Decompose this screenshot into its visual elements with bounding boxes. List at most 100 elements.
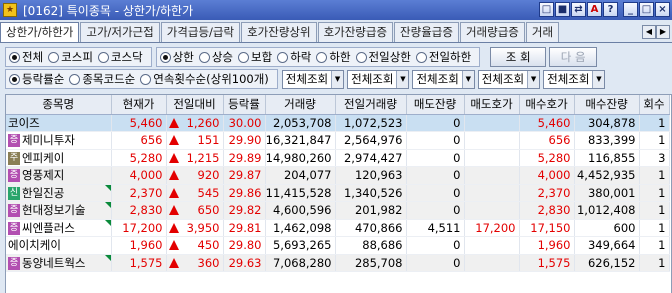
condition-radio-fall[interactable]: 하락 (277, 49, 311, 65)
col-header-change[interactable]: 전일대비 (166, 95, 224, 115)
cell-name[interactable]: 신 한일진공 (6, 184, 112, 202)
chevron-down-icon[interactable]: ▼ (331, 70, 344, 88)
condition-radio-group: 상한 상승 보합 하락 하한 전일상한 전일하한 (155, 47, 481, 67)
sort-radio-rate[interactable]: 등락률순 (9, 71, 64, 87)
chevron-down-icon[interactable]: ▼ (527, 70, 540, 88)
filter-dropdown-3[interactable]: 전체조회 ▼ (412, 69, 475, 89)
cell-volume: 7,068,280 (265, 254, 336, 272)
filter-dropdown-5[interactable]: 전체조회 ▼ (543, 69, 606, 89)
col-header-name[interactable]: 종목명 (6, 95, 112, 115)
tab-scroll-left-icon[interactable]: ◀ (642, 25, 656, 39)
col-header-ask[interactable]: 매도호가 (464, 95, 520, 115)
cell-name[interactable]: 증 현대정보기술 (6, 201, 112, 220)
tab-scroll-right-icon[interactable]: ▶ (656, 25, 670, 39)
radio-dot[interactable] (9, 73, 20, 85)
cell-name[interactable]: 증 제미니투자 (6, 131, 112, 150)
cell-name[interactable]: 증 씨엔플러스 (6, 219, 112, 237)
chevron-down-icon[interactable]: ▼ (396, 70, 409, 88)
tab-price-surge-plunge[interactable]: 가격급등/급락 (160, 22, 241, 43)
help-icon[interactable]: ? (603, 2, 618, 17)
col-header-bid[interactable]: 매수호가 (519, 95, 575, 115)
col-header-bid-qty[interactable]: 매수잔량 (574, 95, 640, 115)
cell-name[interactable]: 코이즈 (6, 114, 112, 132)
tab-volume-surge[interactable]: 거래량급증 (459, 22, 525, 43)
table-row[interactable]: 신 한일진공 2,370 545 29.86 11,415,528 1,340,526 0 2,… (6, 184, 670, 202)
col-header-volume[interactable]: 거래량 (265, 95, 336, 115)
cell-count: 1 (639, 254, 670, 272)
lock-icon[interactable]: ■ (555, 2, 570, 17)
radio-dot[interactable] (97, 51, 109, 63)
radio-dot[interactable] (238, 51, 250, 63)
condition-radio-lower[interactable]: 하한 (316, 49, 351, 65)
sort-radio-streak[interactable]: 연속횟수순(상위100개) (140, 71, 269, 87)
table-row[interactable]: 증 현대정보기술 2,830 650 29.82 4,600,596 201,982 0 2,8… (6, 201, 670, 220)
condition-radio-prev-upper[interactable]: 전일상한 (355, 49, 411, 65)
minimize-button[interactable]: _ (623, 2, 638, 17)
cell-ask-qty: 0 (406, 201, 465, 220)
radio-dot[interactable] (140, 73, 152, 85)
table-row[interactable]: 주 엔피케이 5,280 1,215 29.89 14,980,260 2,974,427 0… (6, 149, 670, 167)
close-button[interactable]: × (655, 2, 670, 17)
next-button[interactable]: 다 음 (549, 47, 598, 67)
radio-dot[interactable] (198, 51, 210, 63)
condition-radio-prev-lower[interactable]: 전일하한 (415, 49, 471, 65)
col-header-rate[interactable]: 등락률 (223, 95, 266, 115)
radio-dot[interactable] (9, 51, 20, 63)
market-radio-kosdaq[interactable]: 코스닥 (97, 49, 143, 65)
tab-order-book-top[interactable]: 호가잔량상위 (241, 22, 317, 43)
cell-change: 151 (166, 131, 224, 150)
col-header-prev-volume[interactable]: 전일거래량 (335, 95, 407, 115)
condition-radio-rise[interactable]: 상승 (198, 49, 233, 65)
radio-dot[interactable] (48, 51, 60, 63)
condition-radio-flat[interactable]: 보합 (238, 49, 272, 65)
table-row[interactable]: 증 동양네트웍스 1,575 360 29.63 7,068,280 285,708 0 1,5… (6, 254, 670, 272)
col-header-count[interactable]: 회수 (639, 95, 670, 115)
cell-price: 2,370 (111, 184, 167, 202)
tab-order-book-surge[interactable]: 호가잔량급증 (317, 22, 394, 43)
swap-icon[interactable]: ⇄ (571, 2, 586, 17)
stock-name: 한일진공 (22, 185, 65, 200)
sort-radio-code[interactable]: 종목코드순 (69, 71, 135, 87)
tab-upper-lower-limit[interactable]: 상한가/하한가 (0, 22, 80, 44)
margin-badge: 증 (8, 134, 20, 148)
stock-grid[interactable]: 종목명 현재가 전일대비 등락률 거래량 전일거래량 매도잔량 매도호가 매수호… (5, 94, 672, 293)
table-row[interactable]: 증 씨엔플러스 17,200 3,950 29.81 1,462,098 470,866 4,… (6, 219, 670, 237)
condition-radio-upper[interactable]: 상한 (159, 49, 194, 65)
search-button[interactable]: 조 회 (490, 47, 547, 67)
change-value: 650 (197, 203, 220, 218)
market-radio-all[interactable]: 전체 (9, 49, 43, 65)
table-row[interactable]: 에이치케이 1,960 450 29.80 5,693,265 88,686 0 1,960 3… (6, 236, 670, 255)
tab-residual-rate-surge[interactable]: 잔량율급증 (394, 22, 459, 43)
radio-dot[interactable] (415, 51, 427, 63)
maximize-button[interactable]: □ (639, 2, 654, 17)
radio-dot[interactable] (316, 51, 328, 63)
cell-rate: 29.80 (223, 236, 266, 255)
cell-name[interactable]: 에이치케이 (6, 236, 112, 255)
filter-dropdown-4[interactable]: 전체조회 ▼ (477, 69, 541, 89)
radio-dot[interactable] (355, 51, 367, 63)
cell-name[interactable]: 증 동양네트웍스 (6, 254, 112, 272)
table-row[interactable]: 증 영풍제지 4,000 920 29.87 204,077 120,963 0 4,000 4,… (6, 166, 670, 185)
market-radio-kospi[interactable]: 코스피 (48, 49, 93, 65)
col-header-ask-qty[interactable]: 매도잔량 (406, 95, 465, 115)
chevron-down-icon[interactable]: ▼ (461, 70, 474, 88)
chevron-down-icon[interactable]: ▼ (592, 70, 605, 88)
tab-trading-truncated[interactable]: 거래 (525, 22, 560, 43)
cell-name[interactable]: 주 엔피케이 (6, 149, 112, 167)
filter-dropdown-1[interactable]: 전체조회 ▼ (281, 69, 345, 89)
font-icon[interactable]: A (587, 2, 602, 17)
table-row[interactable]: 코이즈 5,460 1,260 30.00 2,053,708 1,072,523 0 5,4… (6, 114, 670, 132)
cell-volume: 4,600,596 (265, 201, 336, 220)
radio-dot[interactable] (159, 51, 171, 63)
cell-ask-qty: 0 (406, 236, 465, 255)
radio-dot[interactable] (277, 51, 289, 63)
filter-dropdown-2[interactable]: 전체조회 ▼ (347, 69, 410, 89)
cell-name[interactable]: 증 영풍제지 (6, 166, 112, 185)
tab-near-high-low[interactable]: 고가/저가근접 (80, 22, 160, 43)
cell-rate: 29.89 (223, 149, 266, 167)
col-header-price[interactable]: 현재가 (111, 95, 167, 115)
table-row[interactable]: 증 제미니투자 656 151 29.90 16,321,847 2,564,976 0 656… (6, 131, 670, 150)
link-icon[interactable]: □ (539, 2, 554, 17)
dropdown-value: 전체조회 (481, 72, 525, 86)
radio-dot[interactable] (69, 73, 81, 85)
